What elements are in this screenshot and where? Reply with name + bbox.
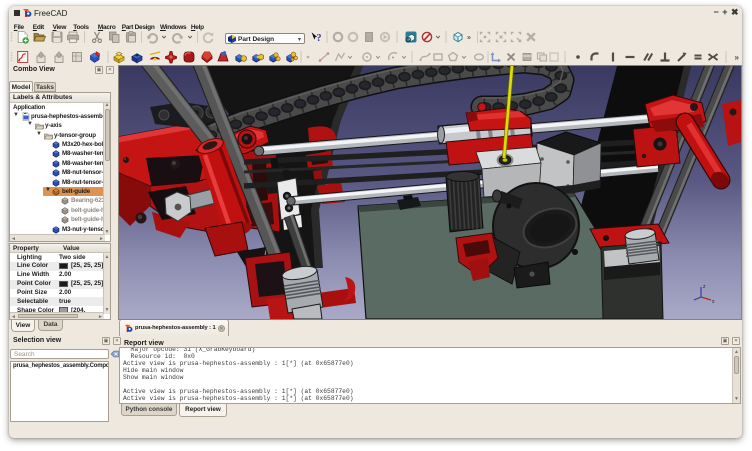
svg-text:?: ? bbox=[317, 33, 322, 44]
svg-text:»: » bbox=[467, 35, 471, 42]
svg-text:»: » bbox=[735, 53, 740, 62]
